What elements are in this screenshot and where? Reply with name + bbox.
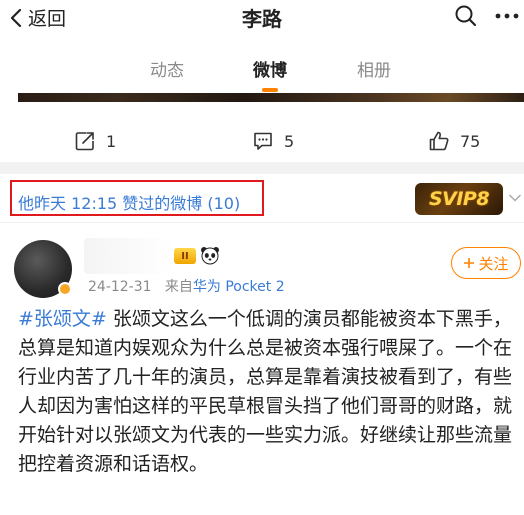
post-content: 张颂文这么一个低调的演员都能被资本下黑手，总算是知道内娱观众为什么总是被资本强行… [18,308,513,475]
repost-count: 1 [106,131,117,151]
active-tab-indicator [262,88,278,92]
post-text[interactable]: #张颂文# 张颂文这么一个低调的演员都能被资本下黑手，总算是知道内娱观众为什么总… [18,305,518,479]
username-redacted[interactable] [84,238,174,274]
post-action-bar: 1 5 75 [0,122,524,158]
tab-dynamics[interactable]: 动态 [150,56,184,81]
comment-button[interactable]: 5 [252,130,294,152]
tab-album[interactable]: 相册 [357,56,391,81]
svip-badge[interactable]: SVIP8 [415,183,503,215]
post-source[interactable]: 华为 Pocket 2 [193,279,285,295]
like-button[interactable]: 75 [428,130,480,152]
thin-divider [0,222,524,223]
chevron-down-icon[interactable] [508,193,522,203]
previous-post-image[interactable] [18,93,524,102]
follow-label: 关注 [478,254,509,273]
liked-section-header: 他昨天 12:15 赞过的微博 (10) SVIP8 [0,174,524,222]
tab-weibo[interactable]: 微博 [253,56,287,81]
post-meta: 24-12-31 来自华为 Pocket 2 [88,276,285,296]
level-badge: II [174,248,196,264]
repost-icon [75,132,94,151]
svip-badge-text: SVIP8 [428,188,490,210]
thumbs-up-icon [429,131,449,151]
panda-icon [201,247,219,265]
more-icon[interactable] [494,4,520,28]
verified-badge-icon [58,282,72,296]
post-source-prefix: 来自 [164,279,193,295]
section-divider [0,162,524,174]
follow-button[interactable]: 关注 [451,247,521,279]
page-title: 李路 [242,7,282,31]
liked-posts-label[interactable]: 他昨天 12:15 赞过的微博 (10) [18,190,240,214]
plus-icon [464,258,475,268]
profile-tabs: 动态 微博 相册 [0,50,524,94]
repost-button[interactable]: 1 [74,130,116,152]
comment-icon [254,132,272,150]
search-icon[interactable] [454,4,478,28]
hashtag-link[interactable]: #张颂文# [18,308,107,330]
comment-count: 5 [284,131,295,151]
like-count: 75 [460,131,481,151]
top-bar: 返回 李路 [0,0,524,34]
post-date: 24-12-31 [88,279,152,295]
